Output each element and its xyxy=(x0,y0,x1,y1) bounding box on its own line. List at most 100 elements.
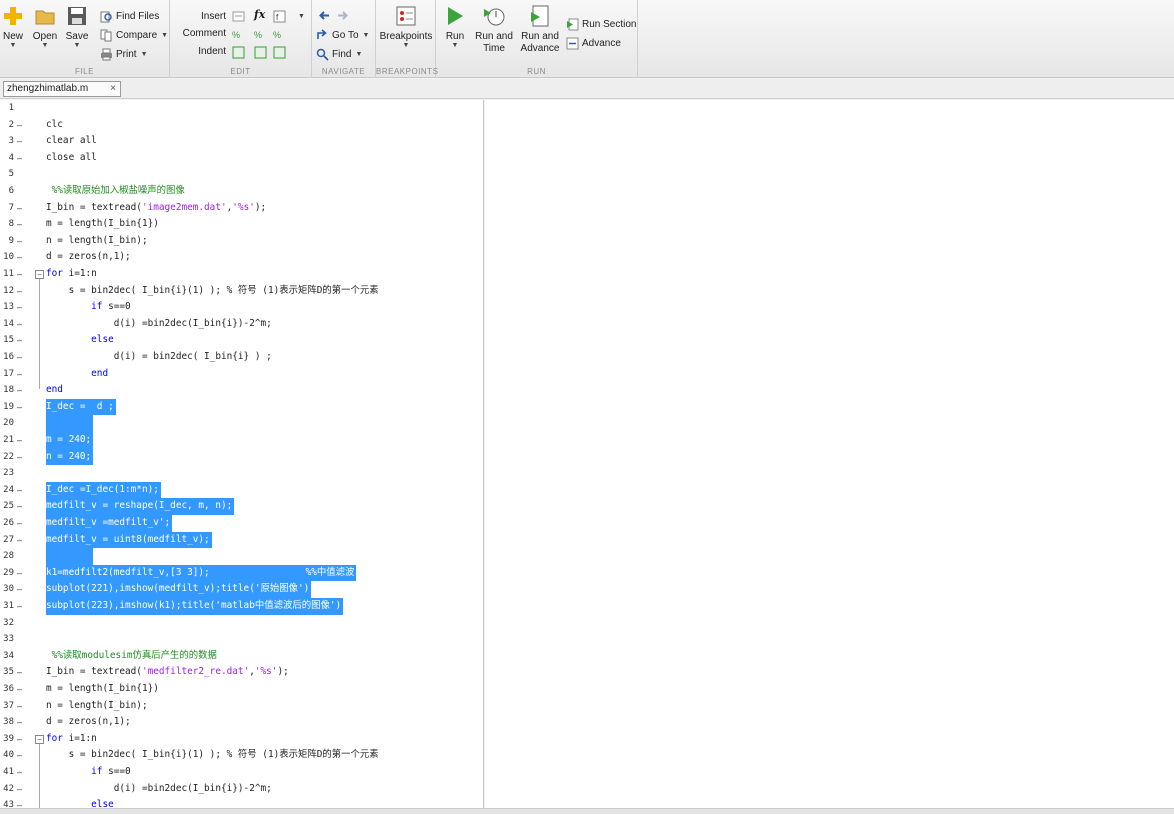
close-icon[interactable]: × xyxy=(110,82,120,96)
executable-line-marker[interactable]: – xyxy=(17,532,22,549)
fold-toggle-icon[interactable]: − xyxy=(35,270,44,279)
executable-line-marker[interactable]: – xyxy=(17,714,22,731)
executable-line-marker[interactable]: – xyxy=(17,515,22,532)
smart-indent-icon[interactable] xyxy=(232,46,245,59)
executable-line-marker[interactable]: – xyxy=(17,565,22,582)
comment-icon[interactable]: % xyxy=(232,28,245,41)
code-line[interactable]: m = length(I_bin{1}) xyxy=(46,216,159,233)
code-line[interactable] xyxy=(46,415,94,432)
run-section-button[interactable]: Run Section xyxy=(566,16,636,32)
code-line[interactable]: I_dec =I_dec(1:m*n); xyxy=(46,481,161,499)
goto-button[interactable]: Go To ▼ xyxy=(316,27,369,43)
code-line[interactable]: I_bin = textread('medfilter2_re.dat','%s… xyxy=(46,664,289,681)
code-line[interactable]: s = bin2dec( I_bin{i}(1) ); % 符号 (1)表示矩阵… xyxy=(46,283,379,300)
code-line[interactable]: I_dec = d ; xyxy=(46,398,116,416)
decrease-indent-icon[interactable] xyxy=(273,46,286,59)
find-files-button[interactable]: Find Files xyxy=(100,8,159,24)
executable-line-marker[interactable]: – xyxy=(17,664,22,681)
fx-icon[interactable]: fx xyxy=(254,8,267,21)
code-line[interactable]: n = length(I_bin); xyxy=(46,233,148,250)
executable-line-marker[interactable]: – xyxy=(17,482,22,499)
fold-toggle-icon[interactable]: − xyxy=(35,734,44,744)
code-line[interactable]: close all xyxy=(46,150,97,167)
print-button[interactable]: Print ▼ xyxy=(100,46,148,62)
advance-button[interactable]: Advance xyxy=(566,35,621,51)
run-and-advance-button[interactable]: Run and Advance xyxy=(518,4,562,54)
code-line[interactable]: %%读取modulesim仿真后产生的的数据 xyxy=(46,648,217,665)
uncomment-icon[interactable]: % xyxy=(254,28,267,41)
executable-line-marker[interactable]: – xyxy=(17,581,22,598)
insert-label[interactable]: Insert xyxy=(170,11,226,22)
wrap-comment-icon[interactable]: % xyxy=(273,28,286,41)
code-line[interactable]: clear all xyxy=(46,133,97,150)
code-line[interactable]: if s==0 xyxy=(46,764,131,781)
increase-indent-icon[interactable] xyxy=(254,46,267,59)
find-button[interactable]: Find ▼ xyxy=(316,46,362,62)
executable-line-marker[interactable]: – xyxy=(17,316,22,333)
executable-line-marker[interactable]: – xyxy=(17,332,22,349)
code-line[interactable]: medfilt_v = uint8(medfilt_v); xyxy=(46,531,212,549)
code-line[interactable]: subplot(223),imshow(k1);title('matlab中值滤… xyxy=(46,598,344,615)
executable-line-marker[interactable]: – xyxy=(17,781,22,798)
executable-line-marker[interactable]: – xyxy=(17,283,22,300)
code-line[interactable]: n = length(I_bin); xyxy=(46,698,148,715)
executable-line-marker[interactable]: – xyxy=(17,299,22,316)
code-line[interactable]: if s==0 xyxy=(46,299,131,316)
run-and-time-button[interactable]: Run and Time xyxy=(474,4,514,54)
code-line[interactable]: d(i) = bin2dec( I_bin{i} ) ; xyxy=(46,349,272,366)
executable-line-marker[interactable]: – xyxy=(17,216,22,233)
executable-line-marker[interactable]: – xyxy=(17,150,22,167)
executable-line-marker[interactable]: – xyxy=(17,747,22,764)
executable-line-marker[interactable]: – xyxy=(17,698,22,715)
code-line[interactable]: I_bin = textread('image2mem.dat','%s'); xyxy=(46,200,266,217)
code-line[interactable]: k1=medfilt2(medfilt_v,[3 3]); %%中值滤波 xyxy=(46,564,357,582)
executable-line-marker[interactable]: – xyxy=(17,797,22,808)
run-button[interactable]: Run ▼ xyxy=(438,4,472,50)
save-button[interactable]: Save ▼ xyxy=(60,4,94,50)
code-area[interactable]: clc clear all close all %%读取原始加入椒盐噪声的图像 I_b… xyxy=(46,100,483,808)
code-line[interactable]: m = length(I_bin{1}) xyxy=(46,681,159,698)
code-editor[interactable]: 1 2–3–4–5 6 7–8–9–10–11–12–13–14–15–16–17–1… xyxy=(0,100,484,808)
code-line[interactable]: for i=1:n xyxy=(46,731,97,748)
code-line[interactable]: medfilt_v =medfilt_v'; xyxy=(46,515,173,532)
breakpoints-button[interactable]: Breakpoints ▼ xyxy=(378,4,434,50)
compare-button[interactable]: Compare ▼ xyxy=(100,27,168,43)
insert-section-icon[interactable] xyxy=(232,10,245,23)
code-line[interactable]: else xyxy=(46,797,114,808)
comment-label[interactable]: Comment xyxy=(170,28,226,39)
executable-line-marker[interactable]: – xyxy=(17,117,22,134)
code-line[interactable]: d(i) =bin2dec(I_bin{i})-2^m; xyxy=(46,781,272,798)
executable-line-marker[interactable]: – xyxy=(17,366,22,383)
executable-line-marker[interactable]: – xyxy=(17,449,22,466)
executable-line-marker[interactable]: – xyxy=(17,764,22,781)
code-line[interactable]: clc xyxy=(46,117,63,134)
code-line[interactable]: medfilt_v = reshape(I_dec, m, n); xyxy=(46,498,235,515)
executable-line-marker[interactable]: – xyxy=(17,133,22,150)
forward-arrow-icon[interactable] xyxy=(336,9,349,22)
executable-line-marker[interactable]: – xyxy=(17,233,22,250)
open-button[interactable]: Open ▼ xyxy=(28,4,62,50)
new-button[interactable]: New ▼ xyxy=(0,4,30,50)
executable-line-marker[interactable]: – xyxy=(17,498,22,515)
code-line[interactable] xyxy=(46,548,94,565)
code-line[interactable]: m = 240; xyxy=(46,432,94,449)
code-line[interactable]: d = zeros(n,1); xyxy=(46,249,131,266)
code-line[interactable]: d(i) =bin2dec(I_bin{i})-2^m; xyxy=(46,316,272,333)
code-line[interactable]: end xyxy=(46,382,63,399)
executable-line-marker[interactable]: – xyxy=(17,349,22,366)
executable-line-marker[interactable]: – xyxy=(17,731,22,748)
insert-fn-icon[interactable]: f xyxy=(273,10,286,23)
executable-line-marker[interactable]: – xyxy=(17,399,22,416)
code-line[interactable]: n = 240; xyxy=(46,448,94,466)
code-line[interactable]: d = zeros(n,1); xyxy=(46,714,131,731)
executable-line-marker[interactable]: – xyxy=(17,249,22,266)
code-line[interactable]: %%读取原始加入椒盐噪声的图像 xyxy=(46,183,185,200)
indent-label[interactable]: Indent xyxy=(170,46,226,57)
back-arrow-icon[interactable] xyxy=(318,9,331,22)
editor-tab[interactable]: zhengzhimatlab.m × xyxy=(3,81,121,97)
executable-line-marker[interactable]: – xyxy=(17,432,22,449)
code-line[interactable]: s = bin2dec( I_bin{i}(1) ); % 符号 (1)表示矩阵… xyxy=(46,747,379,764)
code-line[interactable]: subplot(221),imshow(medfilt_v);title('原始… xyxy=(46,581,312,598)
executable-line-marker[interactable]: – xyxy=(17,598,22,615)
insert-dropdown[interactable]: ▼ xyxy=(294,8,305,24)
